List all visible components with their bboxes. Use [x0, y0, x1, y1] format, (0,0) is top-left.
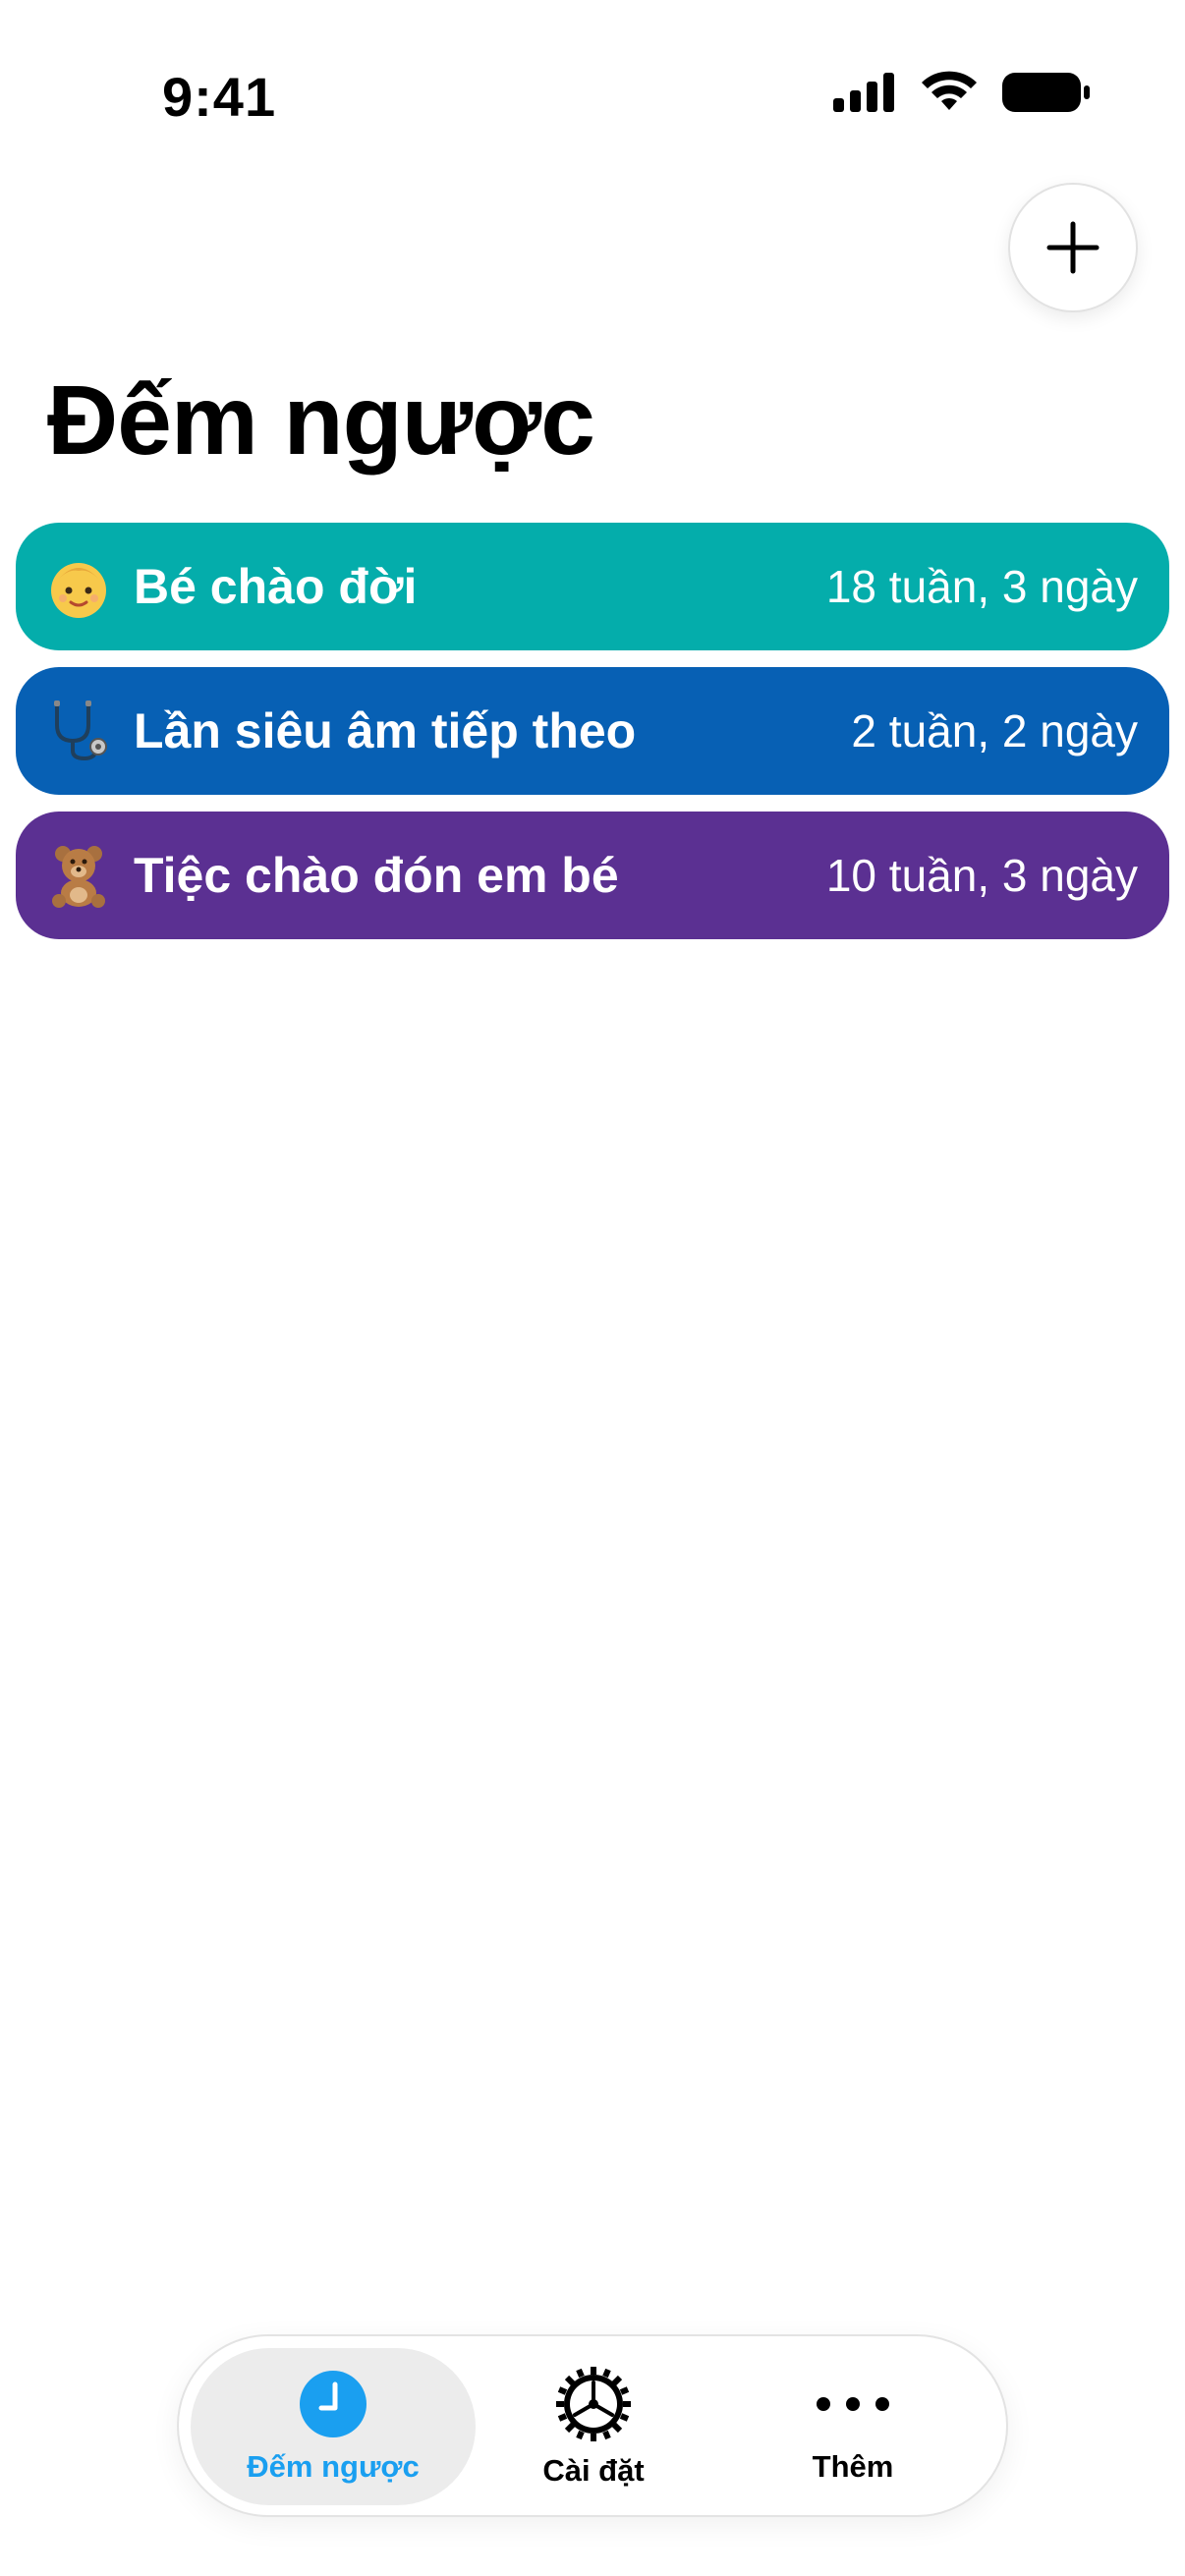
countdown-title: Tiệc chào đón em bé	[134, 848, 619, 903]
status-bar: 9:41	[0, 0, 1185, 187]
countdown-item-birth[interactable]: Bé chào đời 18 tuần, 3 ngày	[16, 523, 1169, 650]
tab-settings[interactable]: Cài đặt	[476, 2348, 711, 2505]
countdown-title: Lần siêu âm tiếp theo	[134, 703, 637, 758]
tab-label: Cài đặt	[542, 2453, 645, 2488]
teddy-bear-icon	[43, 840, 114, 911]
gear-icon	[556, 2367, 631, 2441]
status-icons	[833, 71, 1091, 114]
tab-label: Thêm	[812, 2449, 894, 2484]
countdown-item-baby-shower[interactable]: Tiệc chào đón em bé 10 tuần, 3 ngày	[16, 812, 1169, 939]
page-title: Đếm ngược	[47, 365, 595, 476]
add-countdown-button[interactable]	[1008, 183, 1138, 312]
status-time: 9:41	[162, 66, 277, 128]
countdown-list: Bé chào đời 18 tuần, 3 ngày Lần siêu âm …	[16, 523, 1169, 956]
tab-countdown[interactable]: Đếm ngược	[191, 2348, 476, 2505]
tab-label: Đếm ngược	[247, 2449, 420, 2484]
countdown-title: Bé chào đời	[134, 559, 418, 614]
tab-more[interactable]: Thêm	[725, 2348, 981, 2505]
countdown-item-ultrasound[interactable]: Lần siêu âm tiếp theo 2 tuần, 2 ngày	[16, 667, 1169, 795]
cellular-signal-icon	[833, 73, 894, 112]
stethoscope-icon	[43, 696, 114, 766]
battery-icon	[1002, 73, 1090, 112]
plus-icon	[1046, 221, 1100, 274]
more-dots-icon	[817, 2397, 889, 2411]
wifi-icon	[922, 71, 977, 110]
clock-icon	[300, 2371, 367, 2437]
tab-bar: Đếm ngược Cài đặt Thêm	[177, 2334, 1008, 2517]
baby-face-icon	[43, 551, 114, 622]
countdown-remaining: 18 tuần, 3 ngày	[825, 561, 1138, 612]
countdown-remaining: 10 tuần, 3 ngày	[825, 850, 1138, 901]
countdown-remaining: 2 tuần, 2 ngày	[851, 705, 1138, 756]
